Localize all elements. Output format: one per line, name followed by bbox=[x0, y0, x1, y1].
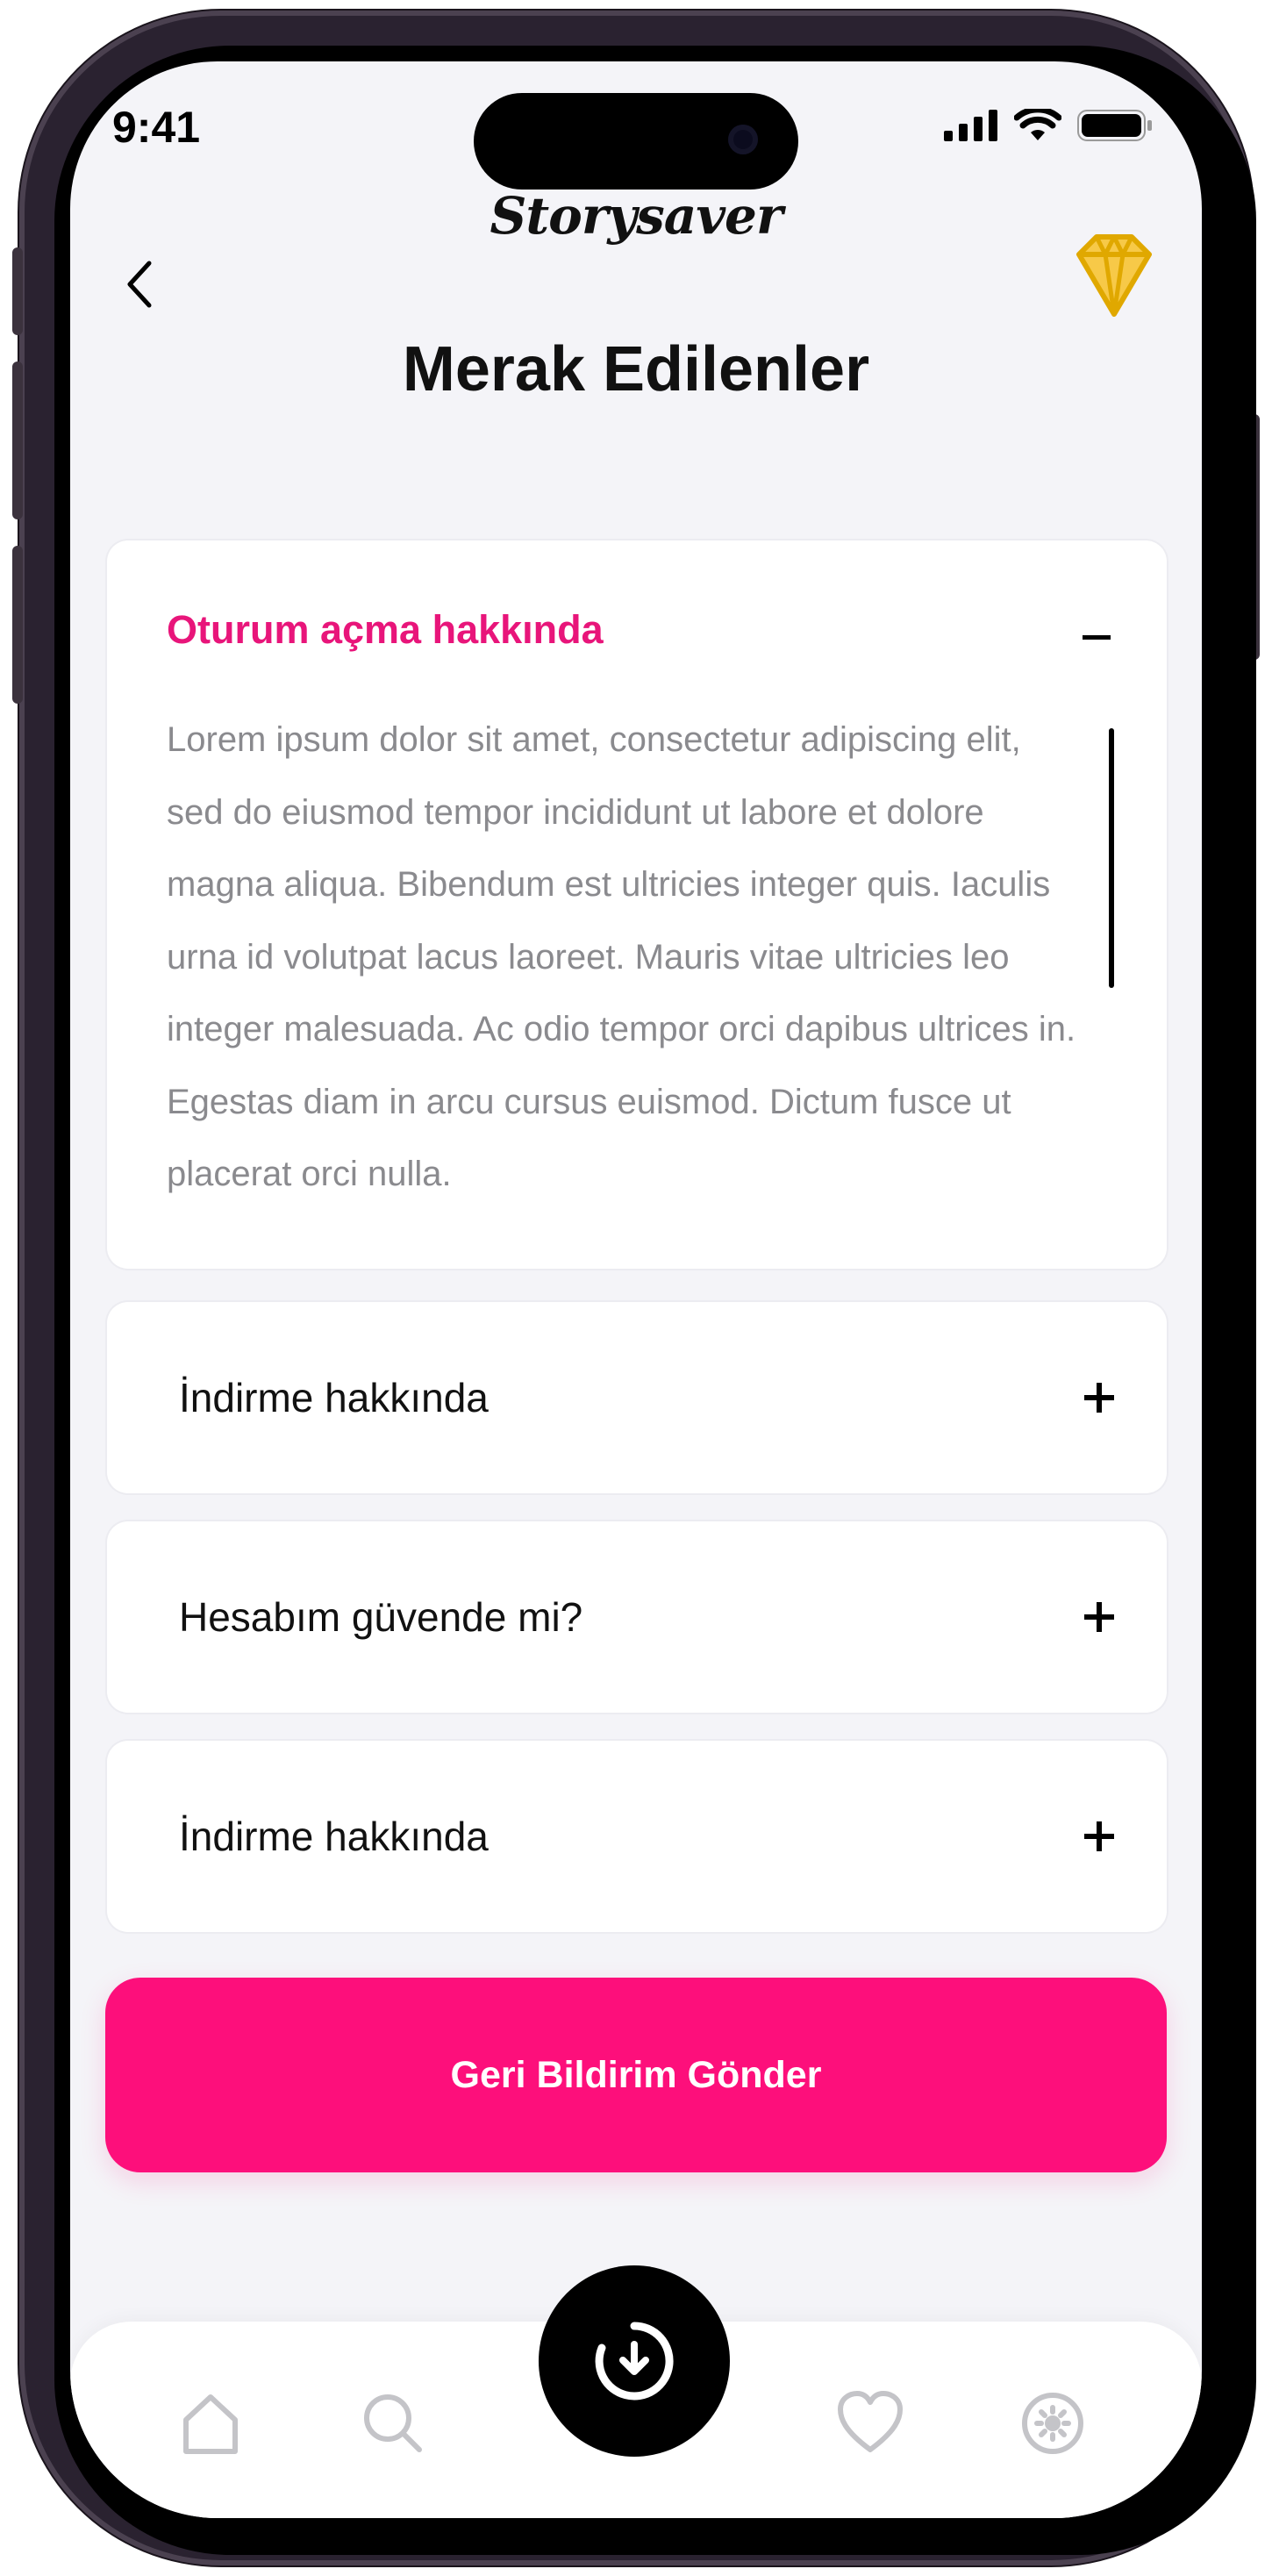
faq-item[interactable]: İndirme hakkında bbox=[107, 1302, 1167, 1493]
send-feedback-button[interactable]: Geri Bildirim Gönder bbox=[105, 1978, 1167, 2172]
faq-item-body: Lorem ipsum dolor sit amet, consectetur … bbox=[167, 720, 1076, 1193]
home-icon bbox=[183, 2394, 238, 2454]
side-button bbox=[12, 247, 23, 335]
faq-item-expanded[interactable]: Oturum açma hakkında Lorem ipsum dolor s… bbox=[107, 540, 1167, 1269]
back-button[interactable] bbox=[105, 237, 175, 325]
faq-item-title: Oturum açma hakkında bbox=[167, 607, 604, 652]
status-time: 9:41 bbox=[112, 103, 201, 152]
tab-settings[interactable] bbox=[1018, 2388, 1088, 2458]
tab-home[interactable] bbox=[175, 2388, 246, 2458]
tab-search[interactable] bbox=[358, 2388, 428, 2458]
download-icon bbox=[595, 2322, 674, 2401]
expand-icon[interactable] bbox=[1084, 1821, 1114, 1851]
camera-icon bbox=[728, 125, 758, 154]
expand-icon[interactable] bbox=[1084, 1383, 1114, 1413]
scrollbar[interactable] bbox=[1109, 728, 1114, 988]
page-title: Merak Edilenler bbox=[402, 334, 870, 404]
faq-item-label: İndirme hakkında bbox=[179, 1814, 489, 1859]
dynamic-island bbox=[474, 93, 798, 190]
chevron-left-icon bbox=[127, 261, 152, 308]
tab-download[interactable] bbox=[539, 2265, 730, 2457]
wifi-icon bbox=[1014, 109, 1061, 140]
faq-item-label: İndirme hakkında bbox=[179, 1375, 489, 1420]
heart-icon bbox=[838, 2391, 903, 2452]
search-icon bbox=[364, 2394, 422, 2452]
app-logo: Storysaver bbox=[490, 186, 782, 246]
volume-up-button bbox=[12, 361, 23, 519]
premium-button[interactable] bbox=[1061, 228, 1167, 325]
battery-icon bbox=[1077, 110, 1152, 141]
expand-icon[interactable] bbox=[1084, 1602, 1114, 1632]
tab-favorites[interactable] bbox=[835, 2388, 905, 2458]
collapse-icon[interactable] bbox=[1083, 635, 1111, 640]
diamond-icon bbox=[1076, 234, 1152, 317]
faq-item[interactable]: Hesabım güvende mi? bbox=[107, 1521, 1167, 1713]
signal-icon bbox=[944, 110, 997, 141]
screen: 9:41 Storysaver Merak Edilenler Oturum a… bbox=[70, 61, 1202, 2518]
status-icons bbox=[944, 109, 1153, 142]
settings-icon bbox=[1022, 2393, 1083, 2454]
volume-down-button bbox=[12, 546, 23, 704]
faq-item[interactable]: İndirme hakkında bbox=[107, 1741, 1167, 1932]
faq-item-label: Hesabım güvende mi? bbox=[179, 1594, 583, 1640]
